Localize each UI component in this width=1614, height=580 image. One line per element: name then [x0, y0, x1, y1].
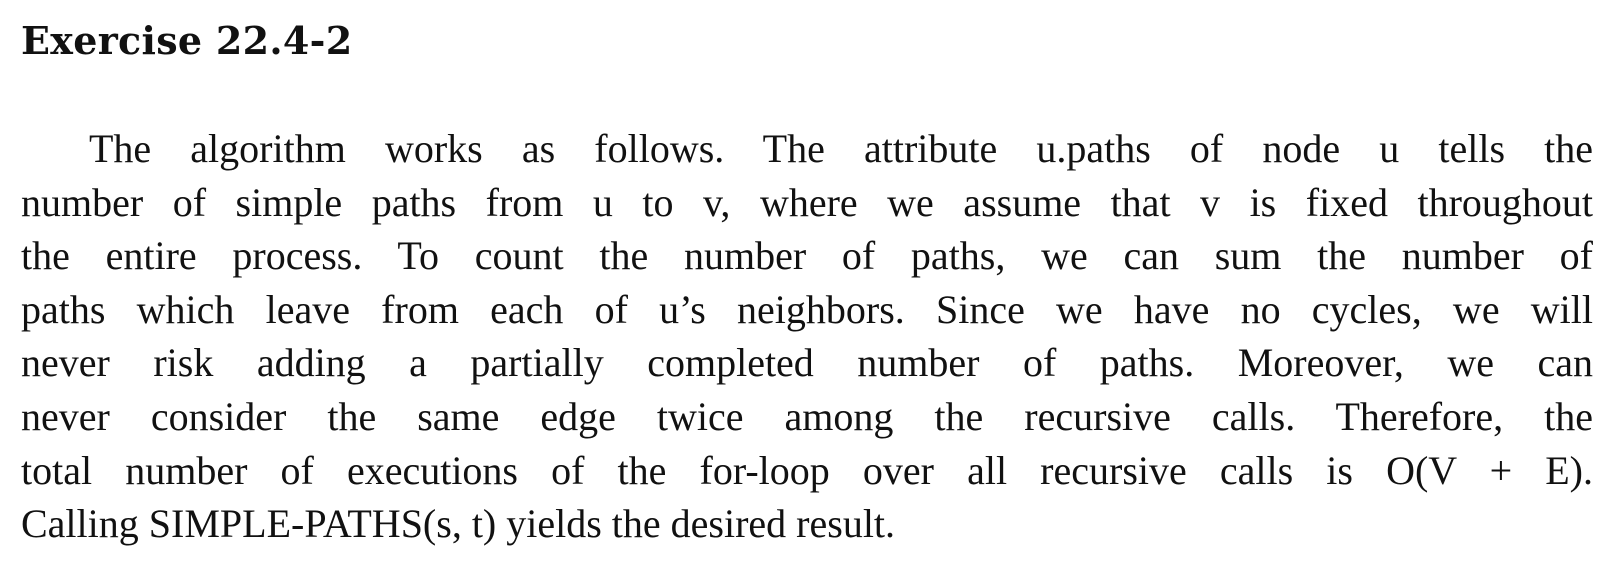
paragraph-line: The algorithm works as follows. The attr… — [89, 126, 1593, 171]
paragraph-line: never risk adding a partially completed … — [21, 340, 1593, 386]
solution-paragraph: The algorithm works as follows. The attr… — [21, 122, 1593, 551]
exercise-title: Exercise 22.4-2 — [21, 18, 353, 63]
paragraph-line: total number of executions of the for-lo… — [21, 447, 1593, 493]
paragraph-line: Calling SIMPLE-PATHS(s, t) yields the de… — [21, 501, 896, 547]
paragraph-line: paths which leave from each of u’s neigh… — [21, 286, 1593, 332]
paragraph-line: never consider the same edge twice among… — [21, 393, 1593, 439]
paragraph-line: the entire process. To count the number … — [21, 233, 1593, 279]
paragraph-line: number of simple paths from u to v, wher… — [21, 179, 1593, 225]
